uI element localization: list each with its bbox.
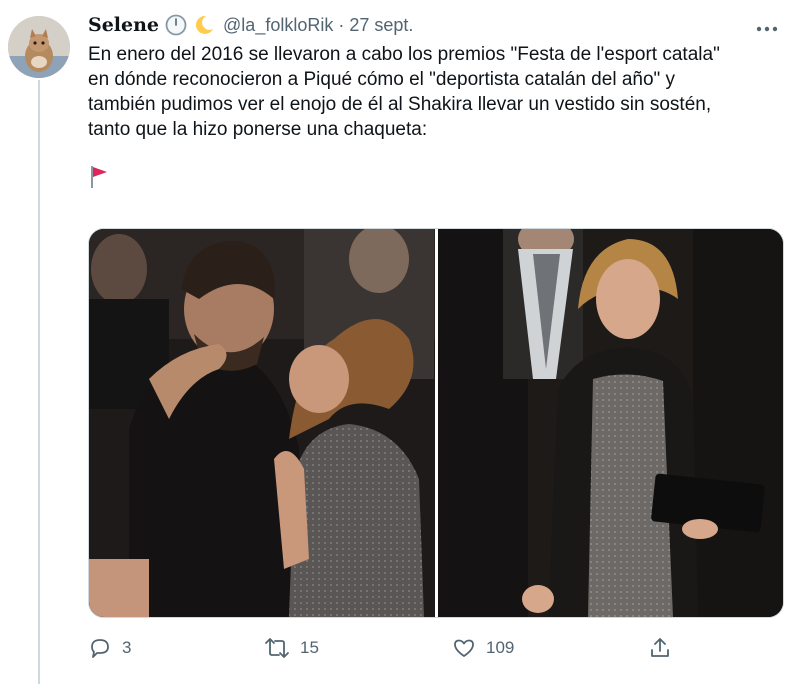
share-button[interactable] <box>648 636 672 660</box>
more-options-icon[interactable] <box>756 12 782 38</box>
header-separator: · <box>338 14 345 35</box>
photo-shakira-jacket[interactable] <box>438 229 783 617</box>
media-grid <box>88 228 784 618</box>
tweet: Selene @la_folkloRik · 27 sept. En enero… <box>88 8 784 658</box>
tweet-date[interactable]: 27 sept. <box>349 15 413 36</box>
tweet-actions: 3 15 109 <box>88 636 782 666</box>
share-icon <box>651 638 669 657</box>
tweet-header: Selene @la_folkloRik · 27 sept. <box>88 8 782 42</box>
photo-left-image <box>89 229 435 617</box>
reply-icon <box>91 639 109 658</box>
reply-count: 3 <box>122 638 132 657</box>
avatar-cat-image <box>8 16 70 78</box>
retweet-icon <box>265 638 289 658</box>
red-flag-icon <box>91 166 107 188</box>
avatar[interactable] <box>8 16 70 78</box>
retweet-button[interactable]: 15 <box>264 636 319 660</box>
photo-pique-whispering[interactable] <box>89 229 435 617</box>
display-name[interactable]: Selene <box>88 14 159 36</box>
tweet-flag-line <box>88 164 782 190</box>
clock-icon <box>165 14 187 36</box>
user-handle[interactable]: @la_folkloRik <box>223 15 333 36</box>
like-count: 109 <box>486 638 515 657</box>
like-button[interactable]: 109 <box>452 636 514 660</box>
heart-icon <box>454 639 474 657</box>
reply-button[interactable]: 3 <box>88 636 131 660</box>
thread-line <box>38 80 40 684</box>
retweet-count: 15 <box>300 638 319 657</box>
tweet-text: En enero del 2016 se llevaron a cabo los… <box>88 44 720 140</box>
photo-right-image <box>438 229 783 617</box>
crescent-moon-icon <box>193 14 215 36</box>
